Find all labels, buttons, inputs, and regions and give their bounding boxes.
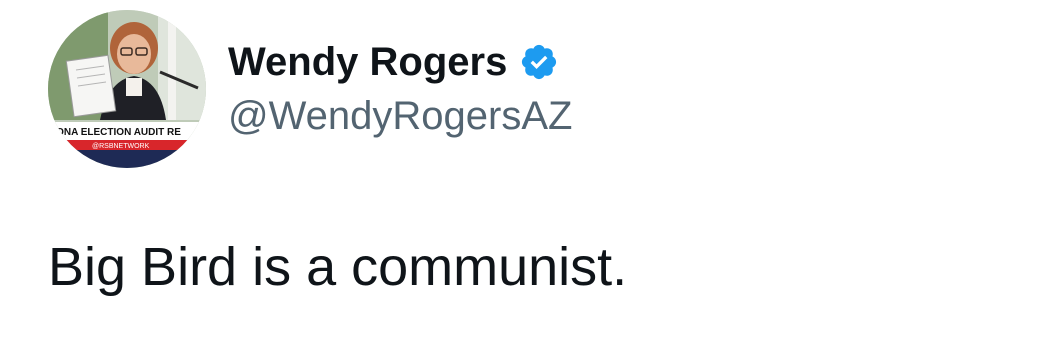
display-name-text: Wendy Rogers <box>228 40 508 84</box>
avatar[interactable]: ZONA ELECTION AUDIT RE @RSBNETWORK <box>48 10 206 168</box>
tweet-text: Big Bird is a communist. <box>48 237 628 297</box>
avatar-banner-sub: @RSBNETWORK <box>92 143 150 150</box>
display-name[interactable]: Wendy Rogers <box>228 38 559 86</box>
avatar-image: ZONA ELECTION AUDIT RE @RSBNETWORK <box>48 10 206 168</box>
avatar-banner-text: ZONA ELECTION AUDIT RE <box>50 127 181 138</box>
tweet: ZONA ELECTION AUDIT RE @RSBNETWORK Wendy… <box>0 0 1047 349</box>
verified-badge-icon <box>519 42 559 82</box>
user-handle[interactable]: @WendyRogersAZ <box>228 92 572 140</box>
